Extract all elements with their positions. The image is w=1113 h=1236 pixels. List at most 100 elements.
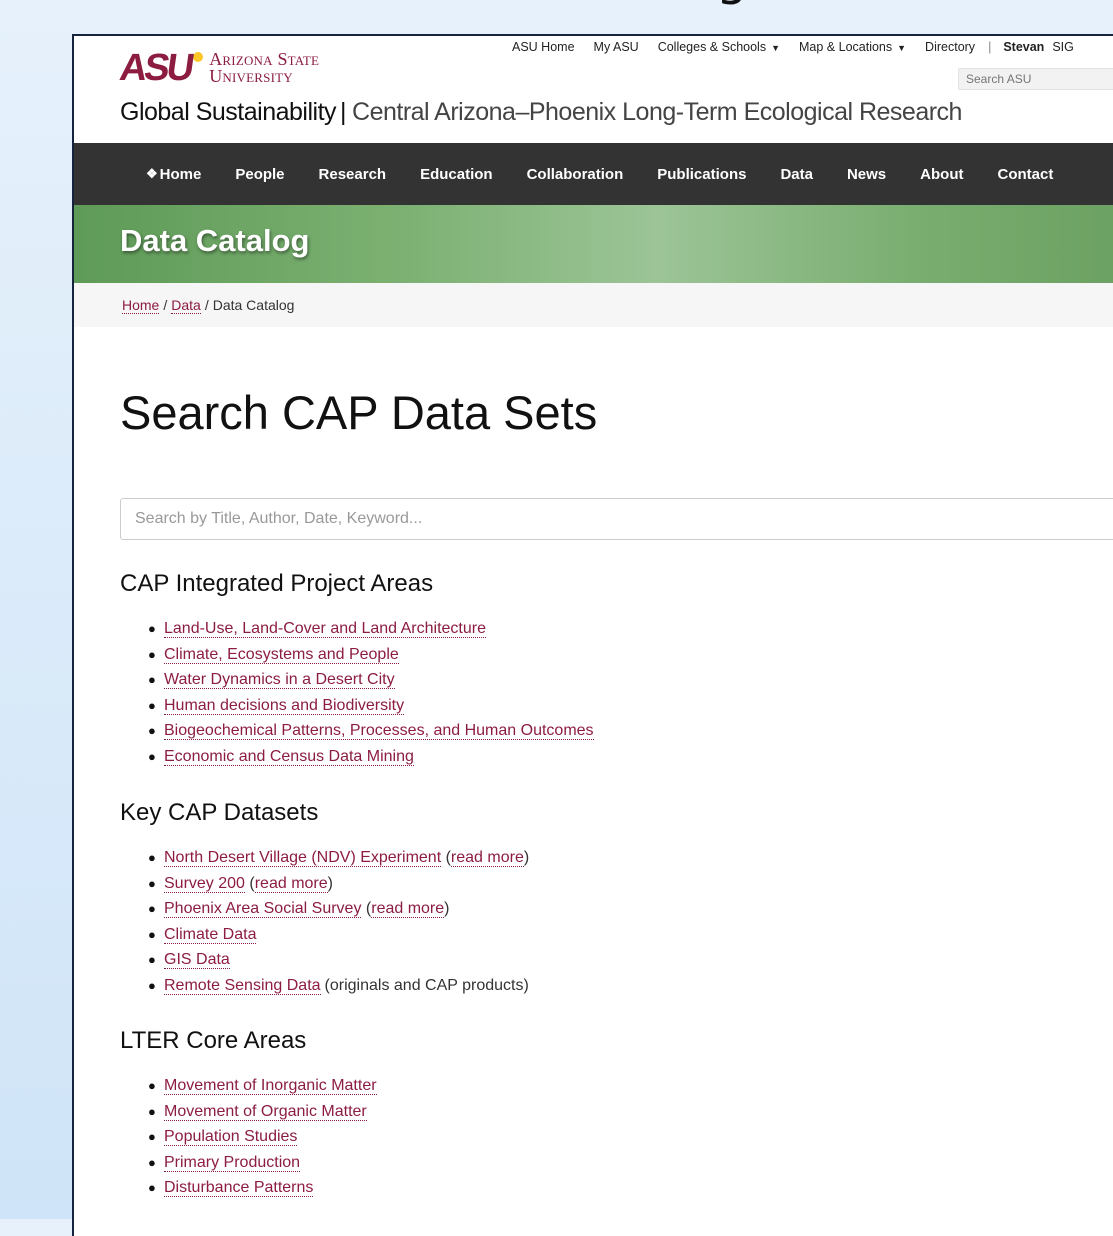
main-nav: ❖ Home People Research Education Collabor… [74,143,1113,205]
breadcrumb-data-link[interactable]: Data [171,297,201,314]
integrated-project-areas-list: ● Land-Use, Land-Cover and Land Architect… [146,616,594,769]
list-item: ● GIS Data [146,947,529,973]
site-title[interactable]: Global Sustainability | Central Arizona–Ph… [120,98,962,127]
dataset-link[interactable]: Phoenix Area Social Survey [164,900,362,918]
nav-education[interactable]: Education [420,166,493,183]
breadcrumb-current: Data Catalog [212,297,295,313]
list-item: ● Economic and Census Data Mining [146,744,594,770]
list-item: ● Primary Production [146,1150,377,1176]
core-area-link[interactable]: Movement of Organic Matter [164,1102,367,1121]
bullet-icon: ● [148,952,156,967]
hero-banner: Data Catalog [74,205,1113,283]
list-item: ● Survey 200 (read more) [146,871,529,897]
nav-news[interactable]: News [847,166,886,183]
caret-down-icon: ▼ [897,43,907,53]
nav-people[interactable]: People [235,166,284,183]
colleges-schools-link[interactable]: Colleges & Schools ▼ [658,40,780,54]
sign-out-link[interactable]: SIG [1052,40,1074,54]
bullet-icon: ● [148,875,156,891]
breadcrumb-bar: Home / Data / Data Catalog [74,283,1113,327]
dataset-search-input[interactable] [120,498,1113,540]
bullet-icon: ● [148,1154,156,1170]
list-item: ● Land-Use, Land-Cover and Land Architect… [146,616,594,642]
project-area-link[interactable]: Biogeochemical Patterns, Processes, and … [164,722,594,740]
list-item: ● Water Dynamics in a Desert City [146,667,594,693]
list-item: ● Disturbance Patterns [146,1175,377,1201]
directory-link[interactable]: Directory [925,40,975,54]
breadcrumb-home-link[interactable]: Home [122,297,160,314]
nav-contact[interactable]: Contact [997,166,1053,183]
nav-collaboration[interactable]: Collaboration [527,166,624,183]
read-more-link[interactable]: read more [450,849,524,867]
background-slide-title-fragment: g [716,0,836,20]
caret-down-icon: ▼ [771,43,781,53]
core-area-link[interactable]: Population Studies [164,1128,298,1146]
breadcrumb-separator: / [204,297,209,313]
dataset-link[interactable]: Survey 200 [164,874,245,893]
nav-research[interactable]: Research [319,166,387,183]
bullet-icon: ● [148,1103,156,1119]
bullet-icon: ● [148,1180,156,1195]
list-item: ● Movement of Inorganic Matter [146,1073,377,1099]
breadcrumb: Home / Data / Data Catalog [122,297,295,314]
list-item: ● Human decisions and Biodiversity [146,693,594,719]
bullet-icon: ● [148,697,156,713]
list-item: ● Remote Sensing Data (originals and CAP p… [146,973,529,999]
project-area-link[interactable]: Water Dynamics in a Desert City [164,671,395,689]
bullet-icon: ● [148,646,156,662]
core-area-link[interactable]: Primary Production [164,1153,301,1172]
project-area-link[interactable]: Economic and Census Data Mining [164,747,414,766]
dataset-link[interactable]: North Desert Village (NDV) Experiment [164,849,442,867]
dataset-link[interactable]: Climate Data [164,925,257,944]
bullet-icon: ● [148,748,156,764]
core-area-link[interactable]: Disturbance Patterns [164,1179,314,1197]
dataset-link[interactable]: Remote Sensing Data [164,976,321,995]
bullet-icon: ● [148,926,156,942]
list-item: ● Biogeochemical Patterns, Processes, and… [146,718,594,744]
hero-title: Data Catalog [120,223,310,258]
bullet-icon: ● [148,850,156,865]
read-more-link[interactable]: read more [371,900,445,918]
project-area-link[interactable]: Climate, Ecosystems and People [164,645,399,664]
global-links: ASU Home My ASU Colleges & Schools ▼ Map … [512,40,1093,54]
bullet-icon: ● [148,621,156,636]
list-item: ● Climate, Ecosystems and People [146,642,594,668]
bullet-icon: ● [148,977,156,993]
bullet-icon: ● [148,672,156,687]
asu-search-input[interactable] [958,68,1113,90]
breadcrumb-separator: / [163,297,168,313]
asu-logo[interactable]: ASU Arizona State University [117,47,320,89]
my-asu-link[interactable]: My ASU [594,40,639,54]
home-icon: ❖ [146,166,158,181]
section-heading-lter-core-areas: LTER Core Areas [120,1027,307,1054]
nav-data[interactable]: Data [780,166,813,183]
read-more-link[interactable]: read more [254,874,328,893]
list-item: ● Climate Data [146,922,529,948]
lter-core-areas-list: ● Movement of Inorganic Matter ● Movement … [146,1073,377,1201]
asu-home-link[interactable]: ASU Home [512,40,575,54]
project-area-link[interactable]: Land-Use, Land-Cover and Land Architectu… [164,620,486,638]
browser-page: ASU Arizona State University ASU Home My… [72,34,1113,1236]
page-title: Search CAP Data Sets [120,386,598,439]
nav-home[interactable]: ❖ Home [146,166,201,183]
dataset-link[interactable]: GIS Data [164,951,230,969]
section-heading-key-cap-datasets: Key CAP Datasets [120,799,319,826]
nav-about[interactable]: About [920,166,963,183]
user-name-link[interactable]: Stevan [1003,40,1044,54]
asu-wordmark: Arizona State University [209,49,320,86]
core-area-link[interactable]: Movement of Inorganic Matter [164,1077,377,1095]
list-item: ● Population Studies [146,1124,377,1150]
map-locations-link[interactable]: Map & Locations ▼ [799,40,906,54]
asu-logo-mark: ASU [117,47,204,89]
bullet-icon: ● [148,1129,156,1144]
sunburst-icon [193,52,204,62]
dataset-note: (originals and CAP products) [324,976,529,994]
bullet-icon: ● [148,1078,156,1093]
key-datasets-list: ● North Desert Village (NDV) Experiment (… [146,845,529,998]
link-separator: | [988,40,992,54]
bullet-icon: ● [148,723,156,738]
nav-publications[interactable]: Publications [657,166,746,183]
project-area-link[interactable]: Human decisions and Biodiversity [164,696,405,715]
list-item: ● North Desert Village (NDV) Experiment (… [146,845,529,871]
bullet-icon: ● [148,901,156,916]
